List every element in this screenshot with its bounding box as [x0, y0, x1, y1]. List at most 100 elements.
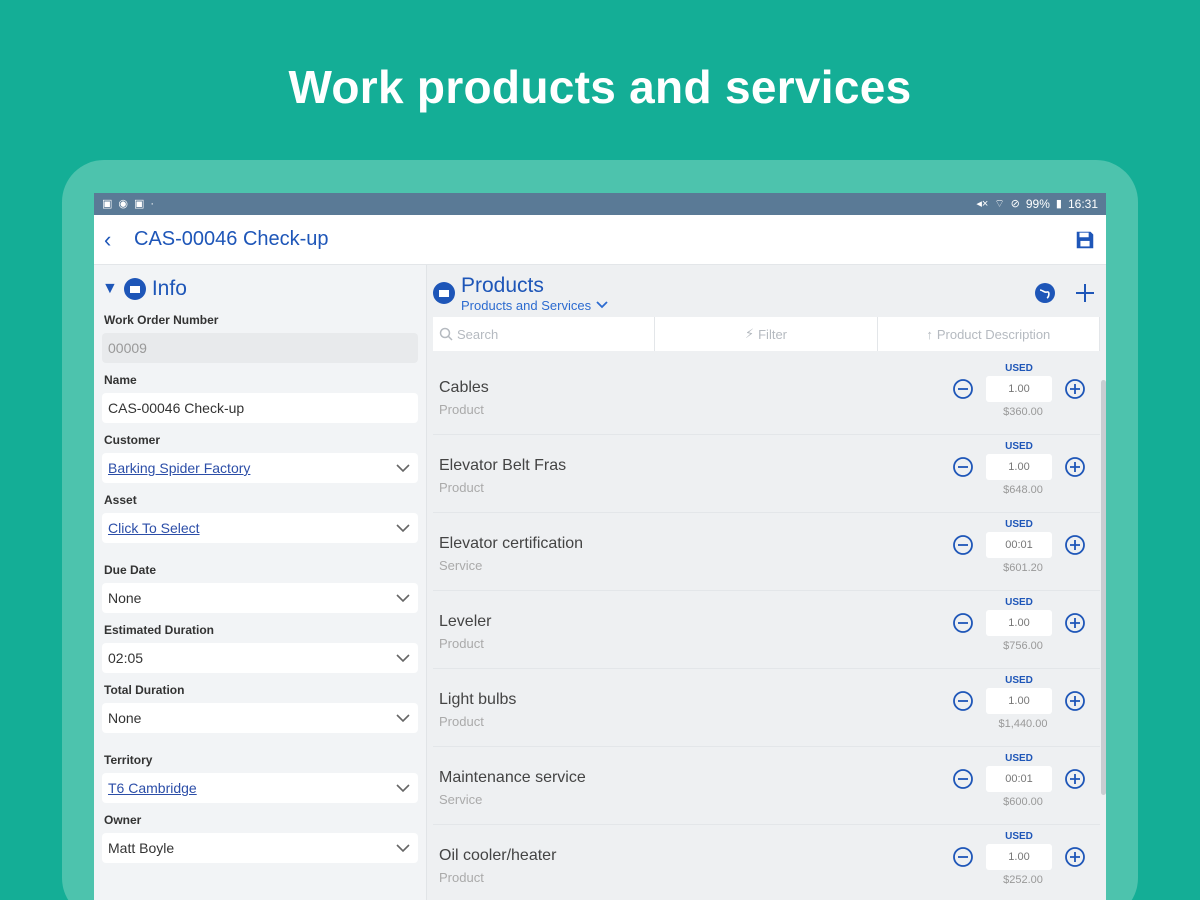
list-item[interactable]: Leveler Product USED 1.00 $756.00: [433, 591, 1100, 669]
field-value: None: [108, 710, 142, 726]
used-label: USED: [1005, 753, 1033, 764]
app-screen: ▣ ◉ ▣ · ◂× ⌔ ⊘ 99% ▮ 16:31 ‹ CAS-00046 C…: [94, 193, 1106, 900]
list-item[interactable]: Cables Product USED 1.00 $360.00: [433, 357, 1100, 435]
plus-circle-icon[interactable]: [1064, 690, 1086, 712]
status-bar: ▣ ◉ ▣ · ◂× ⌔ ⊘ 99% ▮ 16:31: [94, 193, 1106, 215]
estimated-duration-select[interactable]: 02:05: [102, 643, 418, 673]
products-filter-dropdown[interactable]: Products and Services: [461, 298, 609, 313]
mute-icon: ◂×: [976, 197, 989, 210]
quantity-input[interactable]: 1.00: [986, 844, 1052, 870]
territory-select[interactable]: T6 Cambridge: [102, 773, 418, 803]
wifi-icon: ⌔: [994, 197, 1005, 210]
customer-link[interactable]: Barking Spider Factory: [108, 460, 250, 476]
minus-circle-icon[interactable]: [952, 612, 974, 634]
customer-select[interactable]: Barking Spider Factory: [102, 453, 418, 483]
products-subtitle: Products and Services: [461, 297, 592, 313]
item-price: $756.00: [1003, 640, 1043, 652]
list-item[interactable]: Elevator Belt Fras Product USED 1.00 $64…: [433, 435, 1100, 513]
minus-circle-icon[interactable]: [952, 846, 974, 868]
list-item[interactable]: Maintenance service Service USED 00:01 $…: [433, 747, 1100, 825]
add-icon[interactable]: [1074, 282, 1096, 304]
products-header: Products Products and Services: [427, 265, 1106, 315]
minus-circle-icon[interactable]: [952, 378, 974, 400]
sort-button[interactable]: ↑ Product Description: [877, 317, 1100, 351]
products-scrollbar[interactable]: [1101, 380, 1106, 795]
field-label: Owner: [104, 813, 142, 827]
quantity-input[interactable]: 1.00: [986, 454, 1052, 480]
quantity-stepper: USED 1.00 $252.00: [944, 831, 1094, 886]
item-type: Product: [439, 402, 484, 417]
chevron-down-icon[interactable]: [394, 709, 412, 727]
territory-link[interactable]: T6 Cambridge: [108, 780, 197, 796]
products-section-icon: [433, 282, 455, 304]
info-section-icon: [123, 278, 146, 300]
minus-circle-icon[interactable]: [952, 456, 974, 478]
chevron-down-icon[interactable]: [394, 589, 412, 607]
sync-notification-icon: ◉: [118, 197, 129, 210]
plus-circle-icon[interactable]: [1064, 456, 1086, 478]
plus-circle-icon[interactable]: [1064, 768, 1086, 790]
quantity-input[interactable]: 1.00: [986, 688, 1052, 714]
chevron-down-icon[interactable]: [394, 649, 412, 667]
total-duration-select[interactable]: None: [102, 703, 418, 733]
battery-percent: 99%: [1025, 197, 1050, 211]
minus-circle-icon[interactable]: [952, 534, 974, 556]
chevron-down-icon[interactable]: [394, 519, 412, 537]
plus-circle-icon[interactable]: [1064, 846, 1086, 868]
chevron-down-icon[interactable]: [595, 298, 609, 312]
chevron-down-icon[interactable]: [394, 839, 412, 857]
info-panel: ▼ Info Work Order Number 00009 Name CAS-…: [94, 265, 426, 900]
field-label: Territory: [104, 753, 153, 767]
field-label: Due Date: [104, 563, 157, 577]
plus-circle-icon[interactable]: [1064, 612, 1086, 634]
info-section-header[interactable]: ▼ Info: [102, 275, 418, 303]
chevron-down-icon[interactable]: [394, 459, 412, 477]
due-date-select[interactable]: None: [102, 583, 418, 613]
field-label: Work Order Number: [104, 313, 219, 327]
plus-circle-icon[interactable]: [1064, 534, 1086, 556]
field-label: Customer: [104, 433, 161, 447]
globe-icon[interactable]: [1034, 282, 1056, 304]
quantity-input[interactable]: 1.00: [986, 376, 1052, 402]
save-icon[interactable]: [1074, 229, 1096, 251]
clock: 16:31: [1067, 197, 1098, 211]
field-total-duration: Total Duration None: [102, 683, 418, 733]
products-list: Cables Product USED 1.00 $360.00 Elevato…: [433, 357, 1100, 900]
field-due-date: Due Date None: [102, 563, 418, 613]
field-label: Name: [104, 373, 137, 387]
quantity-input[interactable]: 00:01: [986, 766, 1052, 792]
back-arrow-icon[interactable]: ‹: [104, 227, 134, 253]
item-name: Cables: [439, 379, 489, 396]
collapse-triangle-icon[interactable]: ▼: [102, 280, 118, 298]
minus-circle-icon[interactable]: [952, 690, 974, 712]
field-value: CAS-00046 Check-up: [108, 400, 245, 416]
item-price: $648.00: [1003, 484, 1043, 496]
list-item[interactable]: Oil cooler/heater Product USED 1.00 $252…: [433, 825, 1100, 900]
plus-circle-icon[interactable]: [1064, 378, 1086, 400]
owner-select[interactable]: Matt Boyle: [102, 833, 418, 863]
item-price: $601.20: [1003, 562, 1043, 574]
field-label: Estimated Duration: [104, 623, 215, 637]
quantity-stepper: USED 1.00 $648.00: [944, 441, 1094, 496]
used-label: USED: [1005, 597, 1033, 608]
field-territory: Territory T6 Cambridge: [102, 753, 418, 803]
used-label: USED: [1005, 441, 1033, 452]
chevron-down-icon[interactable]: [394, 779, 412, 797]
item-name: Maintenance service: [439, 769, 586, 786]
quantity-input[interactable]: 00:01: [986, 532, 1052, 558]
item-type: Product: [439, 714, 484, 729]
asset-link[interactable]: Click To Select: [108, 520, 200, 536]
dnd-icon: ⊘: [1010, 197, 1020, 210]
item-type: Service: [439, 558, 483, 573]
search-field[interactable]: Search: [433, 317, 656, 351]
quantity-input[interactable]: 1.00: [986, 610, 1052, 636]
name-input[interactable]: CAS-00046 Check-up: [102, 393, 418, 423]
asset-select[interactable]: Click To Select: [102, 513, 418, 543]
item-type: Product: [439, 480, 484, 495]
minus-circle-icon[interactable]: [952, 768, 974, 790]
list-item[interactable]: Light bulbs Product USED 1.00 $1,440.00: [433, 669, 1100, 747]
field-name: Name CAS-00046 Check-up: [102, 373, 418, 423]
filter-button[interactable]: ⚡ Filter: [655, 317, 878, 351]
field-asset: Asset Click To Select: [102, 493, 418, 543]
list-item[interactable]: Elevator certification Service USED 00:0…: [433, 513, 1100, 591]
